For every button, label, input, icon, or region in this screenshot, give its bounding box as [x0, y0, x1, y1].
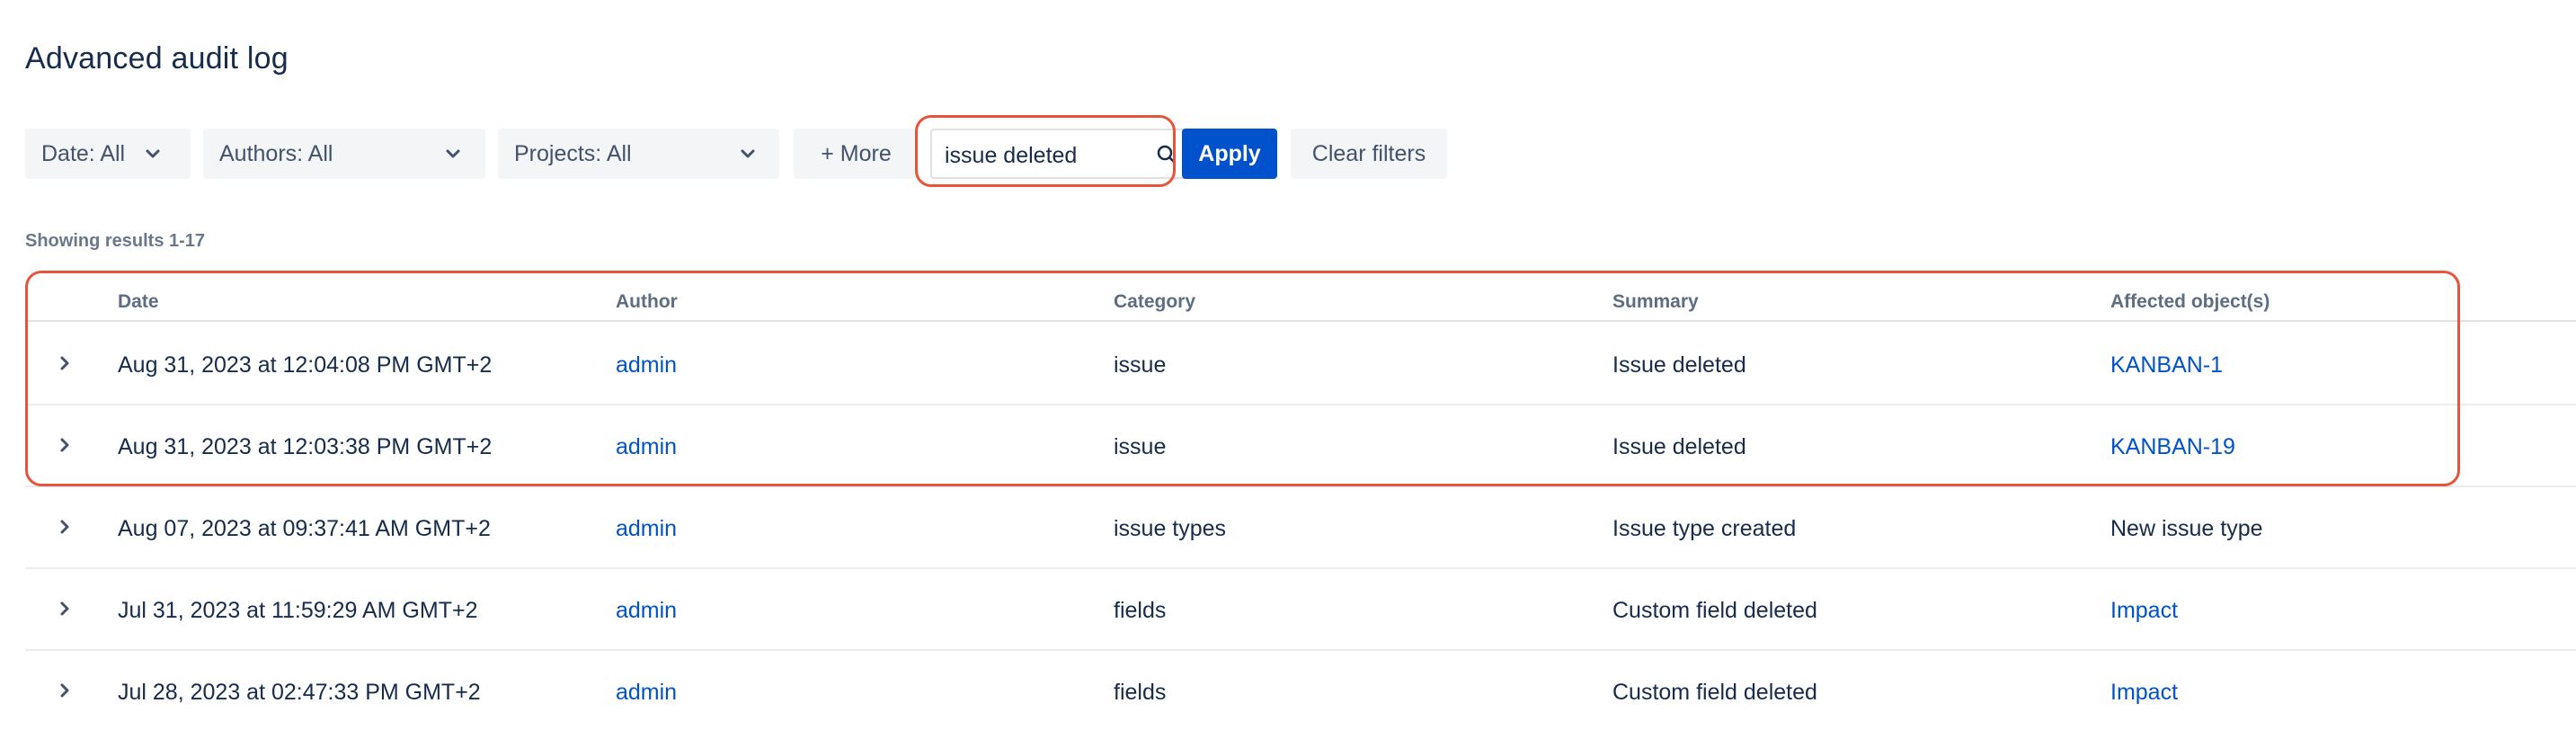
more-filters-label: + More [821, 140, 892, 166]
projects-filter-label: Projects: All [514, 140, 632, 166]
table-header: Date Author Category Summary Affected ob… [25, 277, 2576, 322]
row-date: Aug 07, 2023 at 09:37:41 AM GMT+2 [118, 516, 491, 541]
row-category: fields [1114, 680, 1167, 705]
row-summary: Issue type created [1612, 516, 1797, 541]
authors-filter-label: Authors: All [219, 140, 333, 166]
chevron-right-icon[interactable] [56, 354, 74, 372]
row-date: Jul 31, 2023 at 11:59:29 AM GMT+2 [118, 598, 478, 623]
row-date: Aug 31, 2023 at 12:04:08 PM GMT+2 [118, 352, 493, 378]
apply-button[interactable]: Apply [1182, 129, 1277, 179]
row-date: Jul 28, 2023 at 02:47:33 PM GMT+2 [118, 680, 481, 705]
chevron-right-icon[interactable] [56, 600, 74, 618]
row-author-link[interactable]: admin [616, 598, 677, 624]
search-icon[interactable] [1155, 143, 1178, 166]
row-affected-object-link[interactable]: Impact [2110, 680, 2178, 706]
date-filter-label: Date: All [41, 140, 126, 166]
more-filters-button[interactable]: + More [794, 129, 919, 179]
authors-filter-button[interactable]: Authors: All [203, 129, 485, 179]
column-header-author[interactable]: Author [616, 291, 678, 313]
chevron-down-icon [741, 149, 755, 158]
table-row[interactable]: Aug 31, 2023 at 12:03:38 PM GMT+2 admin … [25, 405, 2576, 487]
chevron-right-icon[interactable] [56, 681, 74, 699]
chevron-right-icon[interactable] [56, 518, 74, 536]
row-affected-object-link[interactable]: KANBAN-19 [2110, 434, 2235, 460]
row-category: issue [1114, 352, 1167, 378]
date-filter-button[interactable]: Date: All [25, 129, 191, 179]
row-summary: Issue deleted [1612, 352, 1746, 378]
row-author-link[interactable]: admin [616, 680, 677, 706]
row-date: Aug 31, 2023 at 12:03:38 PM GMT+2 [118, 434, 493, 459]
table-row[interactable]: Jul 31, 2023 at 11:59:29 AM GMT+2 admin … [25, 569, 2576, 651]
chevron-down-icon [446, 149, 460, 158]
row-summary: Issue deleted [1612, 434, 1746, 459]
row-category: issue types [1114, 516, 1227, 541]
row-affected-object: New issue type [2110, 516, 2263, 541]
table-row[interactable]: Aug 07, 2023 at 09:37:41 AM GMT+2 admin … [25, 487, 2576, 569]
row-author-link[interactable]: admin [616, 352, 677, 378]
row-affected-object-link[interactable]: Impact [2110, 598, 2178, 624]
page-title: Advanced audit log [25, 41, 289, 76]
row-affected-object-link[interactable]: KANBAN-1 [2110, 352, 2223, 378]
chevron-right-icon[interactable] [56, 436, 74, 454]
row-category: issue [1114, 434, 1167, 459]
clear-filters-button[interactable]: Clear filters [1291, 129, 1447, 179]
column-header-date[interactable]: Date [118, 291, 159, 313]
column-header-affected-objects[interactable]: Affected object(s) [2110, 291, 2270, 313]
row-author-link[interactable]: admin [616, 516, 677, 542]
row-author-link[interactable]: admin [616, 434, 677, 460]
column-header-category[interactable]: Category [1114, 291, 1195, 313]
row-summary: Custom field deleted [1612, 598, 1817, 623]
search-input[interactable]: issue deleted [930, 129, 1191, 179]
table-row[interactable]: Jul 28, 2023 at 02:47:33 PM GMT+2 admin … [25, 651, 2576, 730]
row-category: fields [1114, 598, 1167, 623]
column-header-summary[interactable]: Summary [1612, 291, 1699, 313]
search-input-value: issue deleted [945, 143, 1078, 168]
results-count: Showing results 1-17 [25, 231, 206, 251]
table-row[interactable]: Aug 31, 2023 at 12:04:08 PM GMT+2 admin … [25, 324, 2576, 405]
row-summary: Custom field deleted [1612, 680, 1817, 705]
chevron-down-icon [146, 149, 160, 158]
projects-filter-button[interactable]: Projects: All [498, 129, 779, 179]
audit-log-page: Advanced audit log Date: All Authors: Al… [0, 0, 2576, 730]
